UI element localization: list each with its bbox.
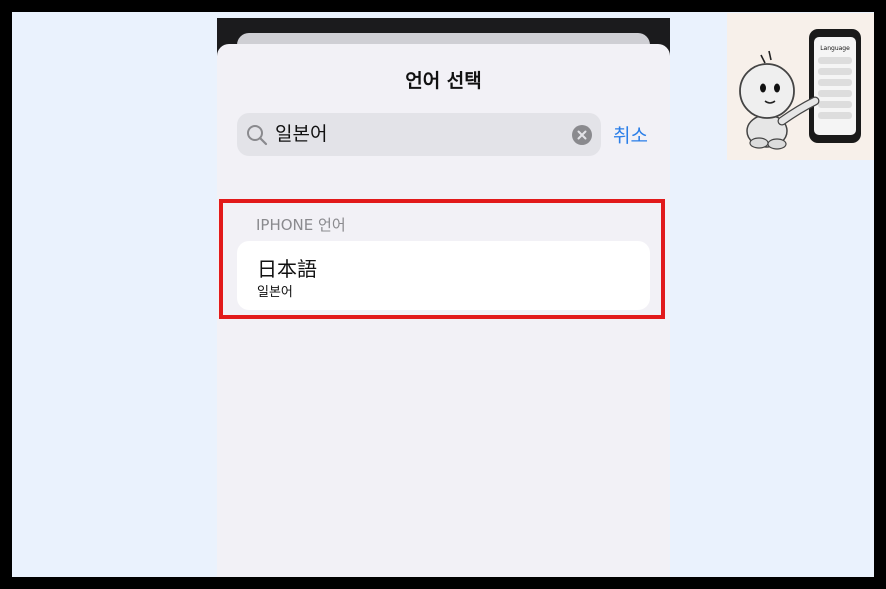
mascot-drawing: Language bbox=[739, 29, 861, 150]
mascot-screen-title: Language bbox=[820, 45, 850, 52]
page-canvas: 언어 선택 일본어 취소 IPHONE 언어 日本語 일본어 Language bbox=[12, 12, 874, 577]
clear-icon[interactable] bbox=[572, 125, 592, 145]
cancel-button[interactable]: 취소 bbox=[613, 121, 648, 148]
search-input[interactable]: 일본어 bbox=[275, 113, 327, 156]
sheet-title: 언어 선택 bbox=[405, 70, 482, 92]
search-icon bbox=[247, 125, 268, 146]
search-bar[interactable]: 일본어 bbox=[237, 113, 601, 156]
mascot-illustration: Language bbox=[727, 13, 874, 160]
highlight-annotation bbox=[219, 199, 665, 319]
